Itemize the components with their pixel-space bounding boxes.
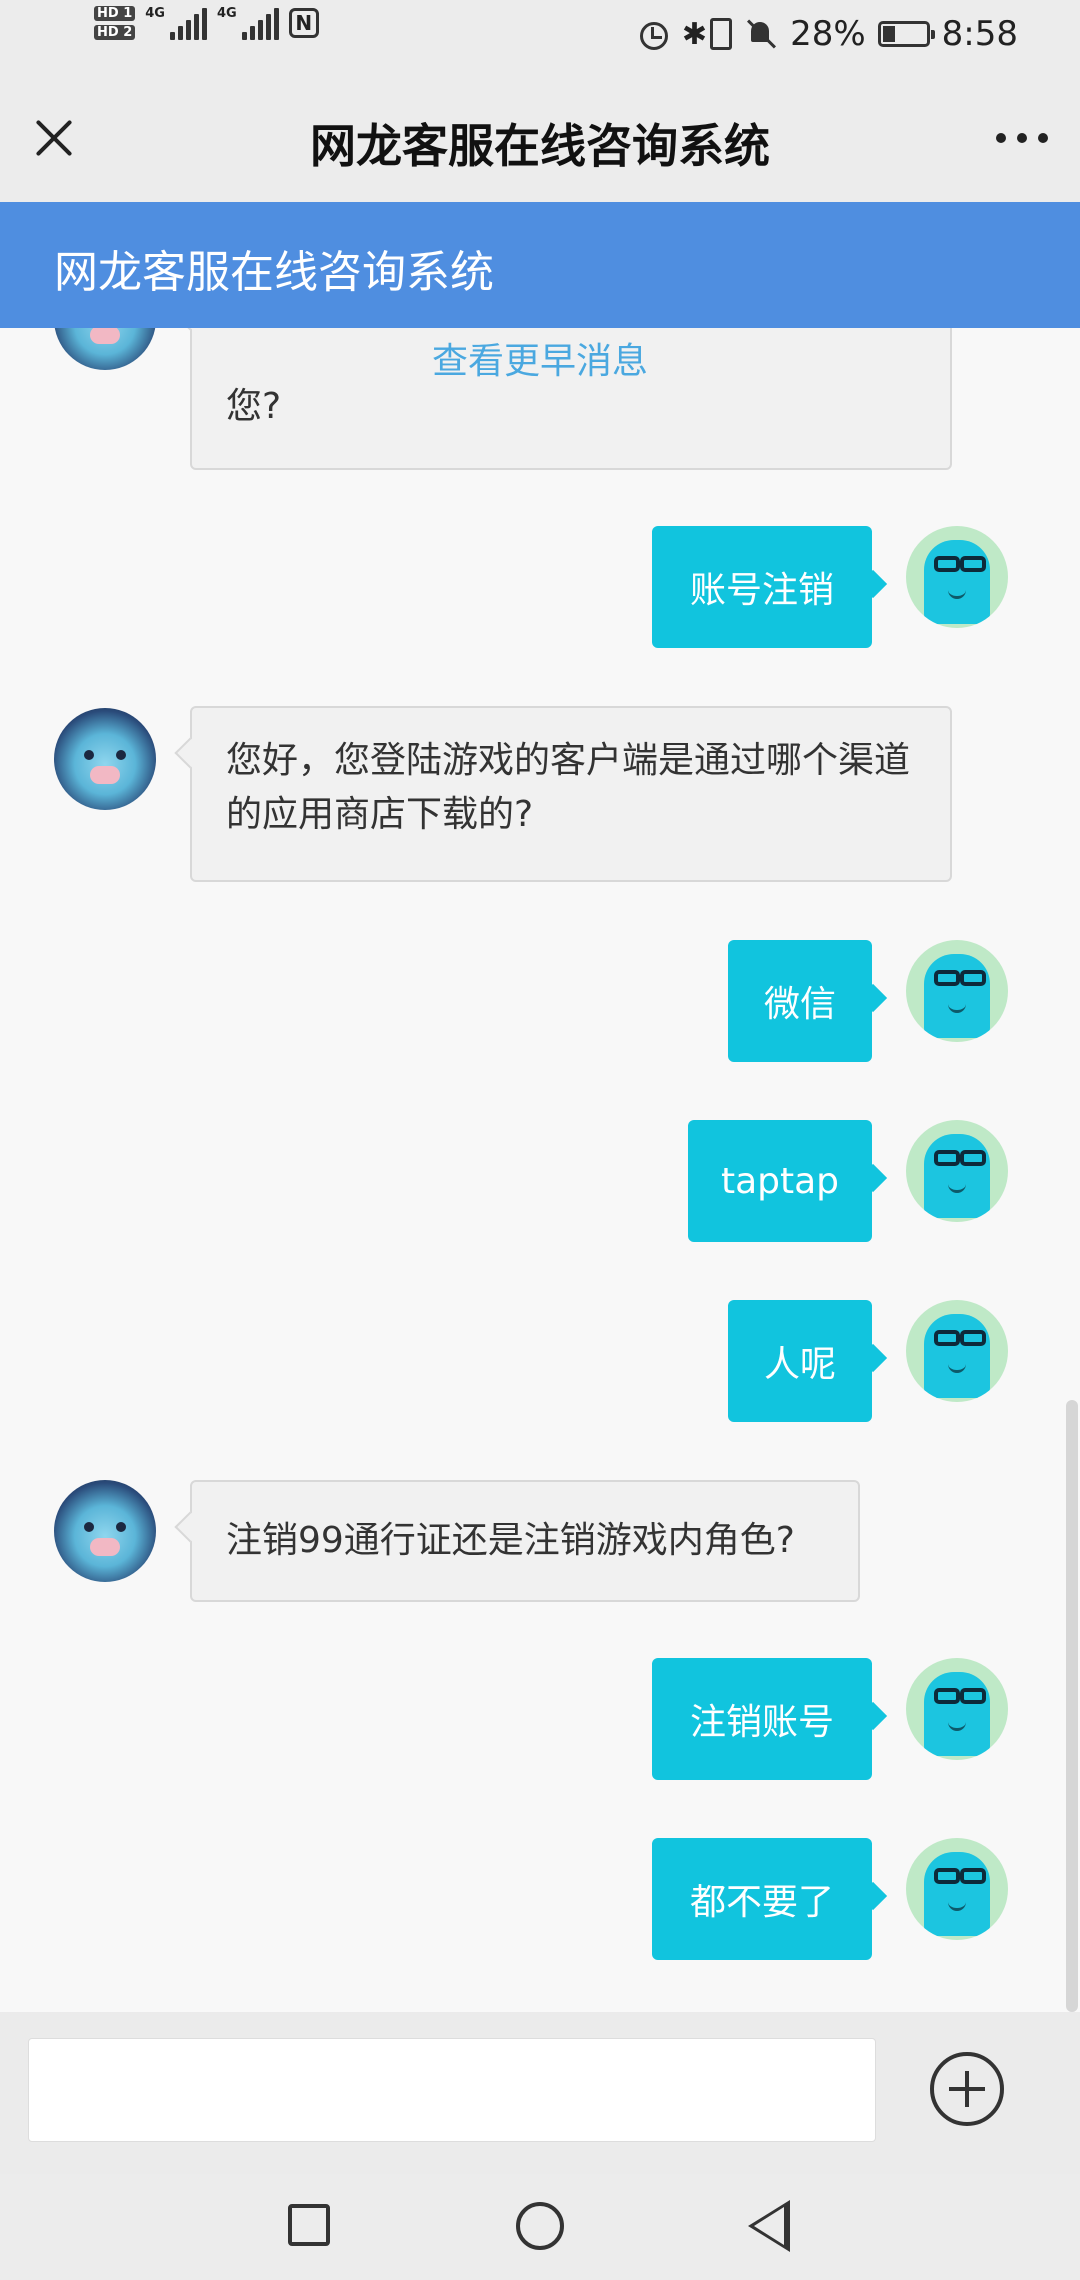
nfc-icon: N [288, 8, 319, 38]
user-avatar[interactable] [906, 526, 1008, 628]
status-right: ✱ 28% ⚡ 8:58 [636, 14, 1018, 54]
input-area [0, 2012, 1080, 2174]
alarm-icon [636, 17, 670, 51]
title-bar: 网龙客服在线咨询系统 [0, 74, 1080, 202]
hd1-badge: HD 1 [94, 6, 136, 21]
status-left: HD 1 HD 2 4G 4G N [94, 6, 319, 40]
user-bubble: 都不要了 [652, 1838, 872, 1960]
charging-bolt-icon: ⚡ [894, 21, 911, 46]
battery-charging-icon: ⚡ [877, 21, 935, 47]
vibrate-icon [710, 18, 733, 50]
agent-bubble: 注销99通行证还是注销游戏内角色? [190, 1480, 860, 1602]
recent-apps-icon[interactable] [288, 2204, 330, 2246]
sim2-network-label: 4G [216, 6, 237, 21]
mute-icon [744, 17, 778, 51]
chat-header-title: 网龙客服在线咨询系统 [54, 247, 494, 298]
user-avatar[interactable] [906, 1300, 1008, 1402]
user-bubble: 微信 [728, 940, 872, 1062]
chat-area[interactable]: 查看更早消息 您? 账号注销 您好，您登陆游戏的客户端是通过哪个渠道的应用商店下… [0, 328, 1080, 2012]
user-bubble: 注销账号 [652, 1658, 872, 1780]
more-icon[interactable] [996, 130, 1048, 146]
agent-avatar[interactable] [54, 1480, 156, 1582]
bluetooth-vibrate-icon: ✱ [682, 17, 733, 52]
user-avatar[interactable] [906, 940, 1008, 1042]
user-bubble: 账号注销 [652, 526, 872, 648]
battery-percent: 28% [790, 14, 866, 54]
status-bar: HD 1 HD 2 4G 4G N ✱ 28% ⚡ 8:58 [0, 0, 1080, 74]
signal-sim1-icon: 4G [145, 6, 207, 40]
system-nav-bar [0, 2174, 1080, 2280]
plus-circle-icon[interactable] [930, 2052, 1004, 2126]
battery-fill [882, 26, 895, 42]
hd2-badge: HD 2 [94, 25, 136, 40]
message-input[interactable] [28, 2038, 876, 2142]
user-avatar[interactable] [906, 1120, 1008, 1222]
user-avatar[interactable] [906, 1658, 1008, 1760]
load-earlier-messages-link[interactable]: 查看更早消息 [0, 332, 1080, 384]
home-icon[interactable] [516, 2202, 564, 2250]
user-bubble: taptap [688, 1120, 872, 1242]
hd-badges: HD 1 HD 2 [94, 6, 136, 40]
user-bubble: 人呢 [728, 1300, 872, 1422]
chat-scrollbar[interactable] [1066, 1400, 1078, 2012]
chat-header: 网龙客服在线咨询系统 [0, 202, 1080, 328]
user-avatar[interactable] [906, 1838, 1008, 1940]
agent-avatar[interactable] [54, 708, 156, 810]
signal-sim2-icon: 4G [217, 6, 279, 40]
agent-bubble: 您好，您登陆游戏的客户端是通过哪个渠道的应用商店下载的? [190, 706, 952, 882]
sim1-network-label: 4G [145, 6, 165, 21]
clock: 8:58 [941, 14, 1018, 54]
back-icon[interactable] [748, 2200, 790, 2252]
page-title: 网龙客服在线咨询系统 [310, 119, 770, 173]
